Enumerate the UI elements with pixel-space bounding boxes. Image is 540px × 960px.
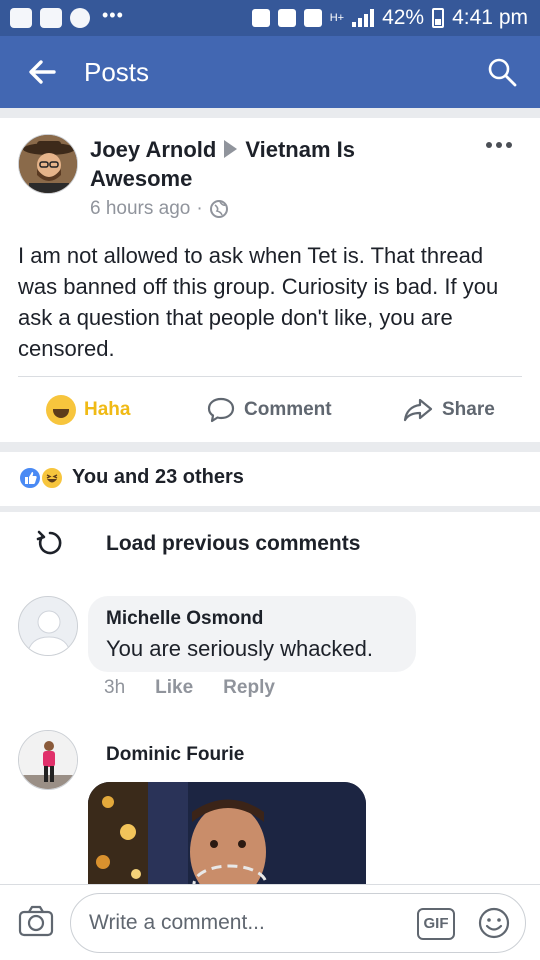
share-arrow-icon bbox=[403, 398, 433, 422]
comment-meta: 3h Like Reply bbox=[104, 677, 275, 699]
battery-icon bbox=[432, 8, 445, 28]
post-body: I am not allowed to ask when Tet is. Tha… bbox=[18, 243, 499, 361]
comment-input[interactable]: Write a comment... GIF bbox=[70, 893, 526, 953]
messenger-notification-icon bbox=[70, 8, 90, 28]
post-actions: Haha Comment Share bbox=[0, 388, 540, 432]
share-button[interactable]: Share bbox=[402, 388, 495, 432]
gif-thumbnail-icon bbox=[88, 782, 366, 884]
post-time[interactable]: 6 hours ago bbox=[90, 198, 190, 220]
comments-section: Load previous comments Michelle Osmond Y… bbox=[0, 512, 540, 884]
haha-label: Haha bbox=[84, 399, 131, 420]
camera-icon[interactable] bbox=[18, 905, 54, 937]
commenter-photo-icon bbox=[19, 731, 77, 789]
haha-reaction-button[interactable]: Haha bbox=[46, 388, 130, 432]
comment-reply-button[interactable]: Reply bbox=[223, 677, 275, 699]
load-previous-comments-link[interactable]: Load previous comments bbox=[106, 532, 360, 556]
haha-emoji-icon bbox=[46, 395, 76, 425]
alarm-icon bbox=[251, 9, 270, 27]
status-bar: ••• H+ 42% 4:41 pm bbox=[0, 0, 540, 36]
default-profile-icon bbox=[19, 597, 77, 655]
commenter-name[interactable]: Michelle Osmond bbox=[106, 608, 263, 630]
network-type: H+ bbox=[329, 12, 345, 24]
clock-time: 4:41 pm bbox=[452, 6, 528, 29]
clock-icon bbox=[303, 9, 322, 27]
author-photo-icon bbox=[19, 135, 77, 193]
more-notifications-icon: ••• bbox=[102, 4, 124, 25]
post-options-icon[interactable] bbox=[486, 142, 512, 148]
comment-label: Comment bbox=[244, 399, 332, 420]
author-avatar[interactable] bbox=[18, 134, 78, 194]
reactions-count-text: You and 23 others bbox=[72, 466, 244, 488]
haha-reaction-icon bbox=[40, 466, 64, 490]
back-arrow-icon[interactable] bbox=[26, 56, 58, 88]
gif-button[interactable]: GIF bbox=[417, 908, 455, 940]
comment-bubble-icon bbox=[207, 397, 235, 423]
search-icon[interactable] bbox=[486, 56, 518, 88]
post-meta: 6 hours ago · bbox=[90, 198, 229, 220]
comment-like-button[interactable]: Like bbox=[155, 677, 193, 699]
comment-gif-image[interactable] bbox=[88, 782, 366, 884]
emoji-icon[interactable] bbox=[477, 906, 511, 940]
comment-button[interactable]: Comment bbox=[206, 388, 332, 432]
comment-text: You are seriously whacked. bbox=[106, 636, 374, 661]
comment-input-placeholder: Write a comment... bbox=[89, 911, 265, 934]
gallery-notification-icon bbox=[40, 8, 62, 28]
like-reaction-icon bbox=[18, 466, 42, 490]
globe-icon bbox=[209, 200, 228, 218]
comment-composer: Write a comment... GIF bbox=[0, 884, 540, 960]
divider bbox=[18, 376, 522, 377]
reactions-summary[interactable]: You and 23 others bbox=[0, 452, 540, 506]
mute-icon bbox=[277, 9, 296, 27]
group-arrow-icon bbox=[224, 140, 238, 158]
post-author-line: Joey Arnold Vietnam Is Awesome bbox=[90, 135, 450, 193]
page-title: Posts bbox=[84, 57, 150, 87]
notification-app-icon bbox=[10, 8, 32, 28]
commenter-name[interactable]: Dominic Fourie bbox=[106, 744, 244, 766]
author-name[interactable]: Joey Arnold bbox=[90, 137, 216, 162]
commenter-avatar[interactable] bbox=[18, 730, 78, 790]
meta-separator: · bbox=[196, 198, 203, 219]
app-header: Posts bbox=[0, 36, 540, 108]
comment-time: 3h bbox=[104, 677, 126, 698]
refresh-icon[interactable] bbox=[34, 528, 64, 558]
signal-icon bbox=[352, 9, 375, 27]
comment-bubble[interactable]: Michelle Osmond You are seriously whacke… bbox=[88, 596, 416, 672]
share-label: Share bbox=[442, 399, 495, 420]
commenter-avatar[interactable] bbox=[18, 596, 78, 656]
post-card: Joey Arnold Vietnam Is Awesome 6 hours ag… bbox=[0, 118, 540, 442]
battery-percent: 42% bbox=[382, 6, 425, 29]
